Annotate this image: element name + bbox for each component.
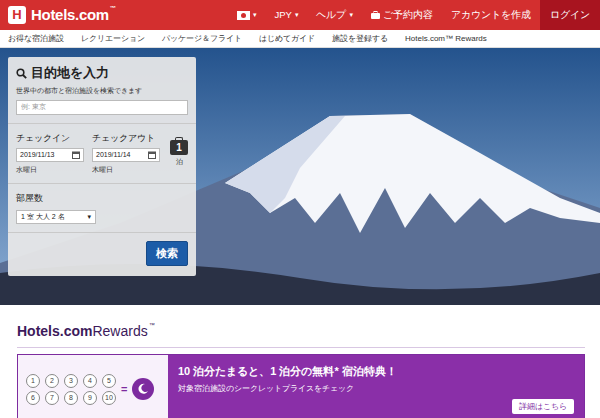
checkin-date-input[interactable]: 2019/11/13: [16, 148, 84, 163]
rewards-banner: 12345 6789 10 = 10 泊分たまると、1 泊分の無料* 宿泊特典！ 対象宿泊…: [17, 354, 585, 418]
top-menu-item[interactable]: ▾: [228, 0, 266, 30]
top-menu-item[interactable]: アカウントを作成: [442, 0, 540, 30]
logo-text: Hotels.com: [31, 6, 109, 23]
sub-nav-link[interactable]: 施設を登録する: [332, 33, 388, 45]
login-button[interactable]: ログイン: [540, 0, 600, 30]
rewards-headline: 10 泊分たまると、1 泊分の無料* 宿泊特典！: [178, 363, 574, 380]
top-menu: ▾JPY▾ヘルプ▾ご予約内容アカウントを作成ログイン: [228, 0, 600, 30]
date-row: チェックイン 2019/11/13 水曜日 チェックアウト 2019/11/14 木曜日 1…: [16, 132, 188, 175]
button-row: 検索: [16, 241, 188, 266]
stamp: 1: [26, 374, 40, 388]
menu-label: JPY: [275, 8, 292, 22]
logo-tm: ™: [110, 5, 116, 11]
caret-icon: ▾: [295, 10, 299, 21]
search-button[interactable]: 検索: [146, 241, 188, 266]
equals-sign: =: [121, 381, 127, 398]
stamp: 9: [83, 391, 97, 405]
checkout-date-input[interactable]: 2019/11/14: [92, 148, 160, 163]
nights-unit: 泊: [170, 157, 188, 168]
sub-nav-link[interactable]: レクリエーション: [81, 33, 145, 45]
divider: [8, 232, 196, 233]
logo[interactable]: H Hotels.com™: [0, 0, 124, 30]
nights-count: 1泊: [170, 132, 188, 175]
checkout-label: チェックアウト: [92, 132, 160, 145]
rooms-label: 部屋数: [16, 192, 188, 205]
rewards-section: Hotels.comRewards™ 12345 6789 10 = 10 泊分たまると、…: [0, 305, 600, 418]
calendar-icon-svg: [72, 151, 80, 159]
divider: [8, 183, 196, 184]
sub-nav-link[interactable]: お得な宿泊施設: [8, 33, 64, 45]
rewards-subline: 対象宿泊施設のシークレットプライスをチェック: [178, 383, 574, 395]
rooms-select[interactable]: 1 室 大人 2 名▾: [16, 210, 96, 225]
details-button[interactable]: 詳細はこちら: [512, 399, 574, 414]
checkout-weekday: 木曜日: [92, 165, 160, 175]
search-title-text: 目的地を入力: [31, 64, 109, 83]
destination-input[interactable]: [16, 100, 188, 115]
top-menu-item[interactable]: ご予約内容: [362, 0, 442, 30]
top-menu-item[interactable]: JPY▾: [266, 0, 308, 30]
caret-icon: ▾: [253, 10, 257, 21]
stamp: 6: [26, 391, 40, 405]
sub-nav-link[interactable]: Hotels.com™ Rewards: [405, 33, 487, 45]
logo-name: Hotels.com™: [31, 4, 116, 27]
calendar-icon-svg: [148, 151, 156, 159]
checkin-date: 2019/11/13: [20, 150, 70, 161]
checkout-field: チェックアウト 2019/11/14 木曜日: [92, 132, 160, 175]
stamp: 2: [45, 374, 59, 388]
logo-mark: H: [8, 6, 26, 24]
nights-badge: 1: [170, 140, 188, 155]
search-icon: [16, 68, 27, 79]
briefcase-icon: [371, 11, 380, 19]
moon-icon-svg: [137, 383, 149, 395]
top-bar: HHotels.com™▾JPY▾ヘルプ▾ご予約内容アカウントを作成ログイン: [0, 0, 600, 30]
rooms-value: 1 室 大人 2 名: [21, 212, 87, 223]
sub-nav: お得な宿泊施設 レクリエーション パッケージ＆フライト はじめてガイド 施設を登録する H…: [0, 30, 600, 48]
briefcase-icon-svg: [371, 11, 380, 19]
stamp: 5: [102, 374, 116, 388]
caret-icon: ▾: [349, 10, 353, 21]
rewards-promo: 10 泊分たまると、1 泊分の無料* 宿泊特典！ 対象宿泊施設のシークレットプライ…: [168, 355, 584, 418]
search-panel: 目的地を入力世界中の都市と宿泊施設を検索できますチェックイン 2019/11/13…: [8, 57, 196, 276]
calendar-icon: [148, 151, 156, 159]
search-icon-svg: [16, 68, 27, 79]
menu-label: アカウントを作成: [451, 8, 531, 22]
flag-dot: [241, 13, 246, 18]
menu-label: ヘルプ: [316, 8, 346, 22]
top-menu-item[interactable]: ヘルプ▾: [307, 0, 362, 30]
sub-nav-link[interactable]: パッケージ＆フライト: [162, 33, 242, 45]
checkin-weekday: 水曜日: [16, 165, 84, 175]
rewards-logo-text: Hotels.com: [17, 323, 92, 339]
stamp-grid: 12345 6789 10: [26, 374, 116, 405]
japan-flag-icon: [237, 11, 250, 20]
caret-icon: ▾: [87, 212, 91, 223]
stamp: 8: [64, 391, 78, 405]
checkin-label: チェックイン: [16, 132, 84, 145]
moon-icon: [132, 378, 154, 400]
stamp: 7: [45, 391, 59, 405]
sub-nav-link[interactable]: はじめてガイド: [259, 33, 315, 45]
divider: [8, 123, 196, 124]
search-subtitle: 世界中の都市と宿泊施設を検索できます: [16, 86, 188, 97]
calendar-icon: [72, 151, 80, 159]
menu-label: ご予約内容: [383, 8, 433, 22]
menu-label: ログイン: [550, 8, 590, 22]
rewards-logo: Hotels.comRewards™: [17, 321, 585, 348]
hero: 目的地を入力世界中の都市と宿泊施設を検索できますチェックイン 2019/11/13…: [0, 48, 600, 305]
stamp: 4: [83, 374, 97, 388]
stamp-card: 12345 6789 10 =: [18, 355, 168, 418]
checkout-date: 2019/11/14: [96, 150, 146, 161]
stamp: 3: [64, 374, 78, 388]
rewards-logo-suffix: Rewards: [92, 323, 147, 339]
stamp: 10: [102, 391, 116, 405]
rewards-logo-tm: ™: [149, 322, 155, 328]
search-title: 目的地を入力: [16, 64, 188, 83]
checkin-field: チェックイン 2019/11/13 水曜日: [16, 132, 84, 175]
